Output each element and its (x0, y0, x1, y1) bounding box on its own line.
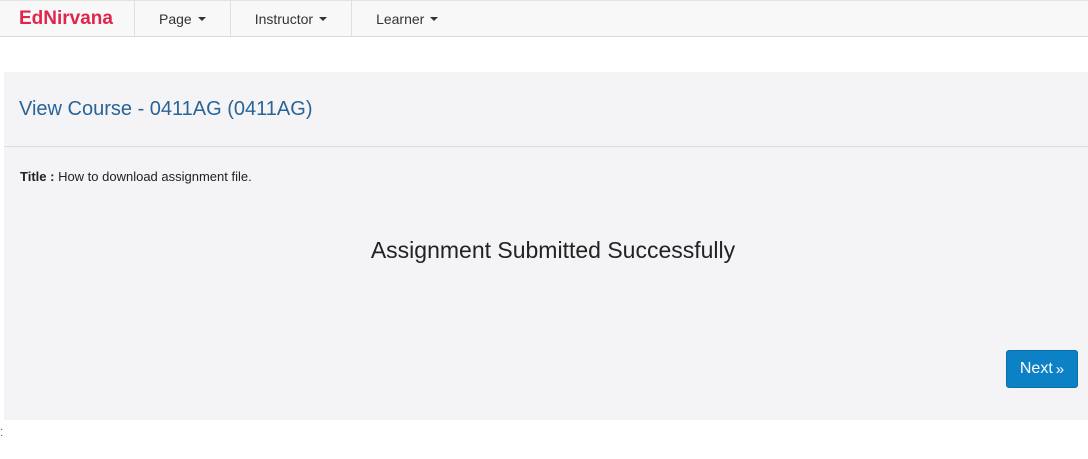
course-title-line: Title : How to download assignment file. (20, 169, 252, 184)
nav-menu-page[interactable]: Page (135, 1, 231, 36)
top-navbar: EdNirvana Page Instructor Learner (0, 0, 1088, 37)
nav-menu-instructor-label: Instructor (254, 10, 314, 27)
caret-down-icon (319, 16, 328, 21)
divider (4, 146, 1088, 147)
nav-menu-learner-label: Learner (376, 10, 425, 27)
title-label: Title : (20, 169, 55, 184)
caret-down-icon (197, 16, 206, 21)
next-button[interactable]: Next » (1006, 350, 1078, 388)
title-value: How to download assignment file. (58, 169, 252, 184)
next-button-label: Next (1019, 360, 1053, 377)
success-message: Assignment Submitted Successfully (370, 237, 736, 263)
caret-down-icon (430, 16, 439, 21)
page-title: View Course - 0411AG (0411AG) (19, 98, 313, 120)
nav-menu-learner[interactable]: Learner (352, 1, 462, 36)
double-chevron-right-icon: » (1055, 360, 1065, 378)
brand-logo[interactable]: EdNirvana (0, 1, 135, 36)
course-panel: View Course - 0411AG (0411AG) Title : Ho… (4, 72, 1088, 420)
decorative-dots: · · (0, 424, 4, 441)
nav-menu-instructor[interactable]: Instructor (231, 1, 353, 36)
nav-menu-page-label: Page (159, 10, 192, 27)
